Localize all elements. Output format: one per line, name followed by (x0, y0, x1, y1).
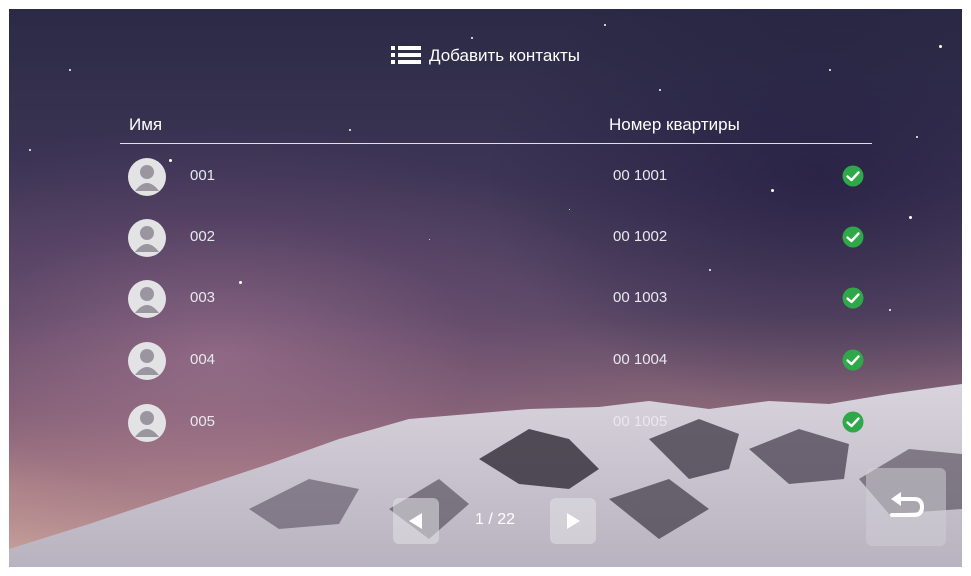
avatar-icon (128, 280, 166, 318)
column-header-name: Имя (129, 115, 163, 134)
triangle-left-icon (409, 513, 422, 529)
list-icon (390, 46, 421, 64)
avatar-icon (128, 404, 166, 442)
contact-apartment: 00 1001 (613, 167, 668, 184)
contact-apartment: 00 1005 (613, 413, 668, 430)
contact-name: 003 (190, 289, 216, 306)
contact-apartment: 00 1003 (613, 289, 668, 306)
contact-name: 002 (190, 228, 216, 245)
device-screen: Добавить контакты Имя Номер квартиры 001… (9, 9, 962, 567)
contact-name: 004 (190, 351, 216, 368)
contact-row-2[interactable]: 002 00 1002 (120, 218, 872, 258)
column-header-apartment: Номер квартиры (609, 115, 740, 134)
next-page-button[interactable] (550, 498, 596, 544)
contact-apartment: 00 1004 (613, 351, 668, 368)
triangle-right-icon (567, 513, 580, 529)
check-icon[interactable] (842, 287, 864, 309)
avatar-icon (128, 342, 166, 380)
page-header: Добавить контакты (9, 45, 962, 67)
contact-row-4[interactable]: 004 00 1004 (120, 341, 872, 381)
contact-row-1[interactable]: 001 00 1001 (120, 157, 872, 197)
header-divider (120, 143, 872, 144)
avatar-icon (128, 158, 166, 196)
contact-name: 001 (190, 167, 216, 184)
check-icon[interactable] (842, 165, 864, 187)
page-title: Добавить контакты (428, 46, 580, 65)
previous-page-button[interactable] (393, 498, 439, 544)
check-icon[interactable] (842, 411, 864, 433)
contact-apartment: 00 1002 (613, 228, 668, 245)
back-button[interactable] (866, 468, 946, 546)
avatar-icon (128, 219, 166, 257)
contact-row-5[interactable]: 005 00 1005 (120, 403, 872, 443)
check-icon[interactable] (842, 226, 864, 248)
return-arrow-icon (890, 492, 925, 517)
contact-row-3[interactable]: 003 00 1003 (120, 279, 872, 319)
page-indicator: 1 / 22 (474, 511, 516, 528)
contact-name: 005 (190, 413, 216, 430)
check-icon[interactable] (842, 349, 864, 371)
